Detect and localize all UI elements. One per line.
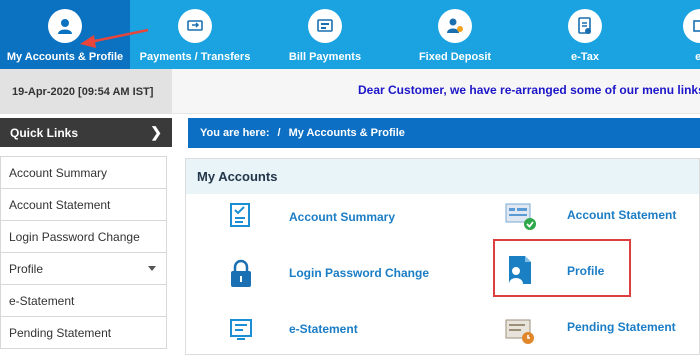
panel-title: My Accounts (186, 159, 699, 194)
breadcrumb-current[interactable]: My Accounts & Profile (289, 127, 405, 139)
breadcrumb-separator: / (277, 127, 281, 139)
nav-label: e-Tax (571, 51, 599, 63)
nav-item-more[interactable]: e- (650, 0, 700, 69)
more-icon (683, 9, 700, 43)
nav-item-fixed-deposit[interactable]: Fixed Deposit (390, 0, 520, 69)
quick-link-e-statement[interactable]: e-Statement (1, 285, 166, 317)
chevron-right-icon: ❯ (150, 124, 162, 140)
quick-link-pending-statement[interactable]: Pending Statement (1, 317, 166, 349)
nav-label: Bill Payments (288, 51, 362, 63)
quick-link-label: Login Password Change (9, 229, 140, 244)
transfer-icon (178, 9, 212, 43)
lock-icon (231, 259, 251, 287)
statement-icon (505, 203, 536, 230)
quick-link-login-password-change[interactable]: Login Password Change (1, 221, 166, 253)
annotation-arrow-icon (80, 28, 149, 48)
pending-statement-icon (505, 319, 534, 344)
quick-links-header[interactable]: Quick Links ❯ (0, 118, 172, 147)
info-bar: 19-Apr-2020 [09:54 AM IST] Dear Customer… (0, 69, 700, 114)
deposit-icon (438, 9, 472, 43)
nav-item-bill-payments[interactable]: Bill Payments (260, 0, 390, 69)
summary-icon (230, 203, 250, 227)
quick-link-label: e-Statement (9, 293, 75, 308)
announcement-marquee[interactable]: Dear Customer, we have re-arranged some … (358, 83, 700, 97)
top-navigation: My Accounts & Profile Payments / Transfe… (0, 0, 700, 69)
quick-link-account-statement[interactable]: Account Statement (1, 189, 166, 221)
quick-links-title: Quick Links (10, 125, 79, 140)
chevron-down-icon (148, 266, 156, 271)
estatement-icon (230, 319, 252, 340)
e-statement-link[interactable]: e-Statement (289, 322, 358, 336)
tax-icon (568, 9, 602, 43)
quick-link-label: Profile (9, 261, 44, 276)
quick-link-account-summary[interactable]: Account Summary (1, 157, 166, 189)
nav-label: Fixed Deposit (418, 51, 492, 63)
quick-link-profile[interactable]: Profile (1, 253, 166, 285)
account-statement-link[interactable]: Account Statement (567, 208, 676, 222)
profile-highlight-box (493, 239, 631, 297)
login-password-change-link[interactable]: Login Password Change (289, 266, 429, 280)
account-summary-link[interactable]: Account Summary (289, 210, 395, 224)
bill-icon (308, 9, 342, 43)
quick-link-label: Account Statement (9, 197, 111, 212)
nav-label: e- (695, 51, 700, 63)
quick-links-list: Account Summary Account Statement Login … (0, 156, 167, 349)
nav-item-e-tax[interactable]: e-Tax (520, 0, 650, 69)
quick-link-label: Account Summary (9, 165, 108, 180)
breadcrumb: You are here: / My Accounts & Profile (188, 118, 700, 148)
breadcrumb-prefix: You are here: (200, 127, 270, 139)
quick-link-label: Pending Statement (9, 325, 112, 340)
date-time: 19-Apr-2020 [09:54 AM IST] (0, 69, 172, 114)
pending-statement-link[interactable]: Pending Statement (567, 320, 676, 334)
